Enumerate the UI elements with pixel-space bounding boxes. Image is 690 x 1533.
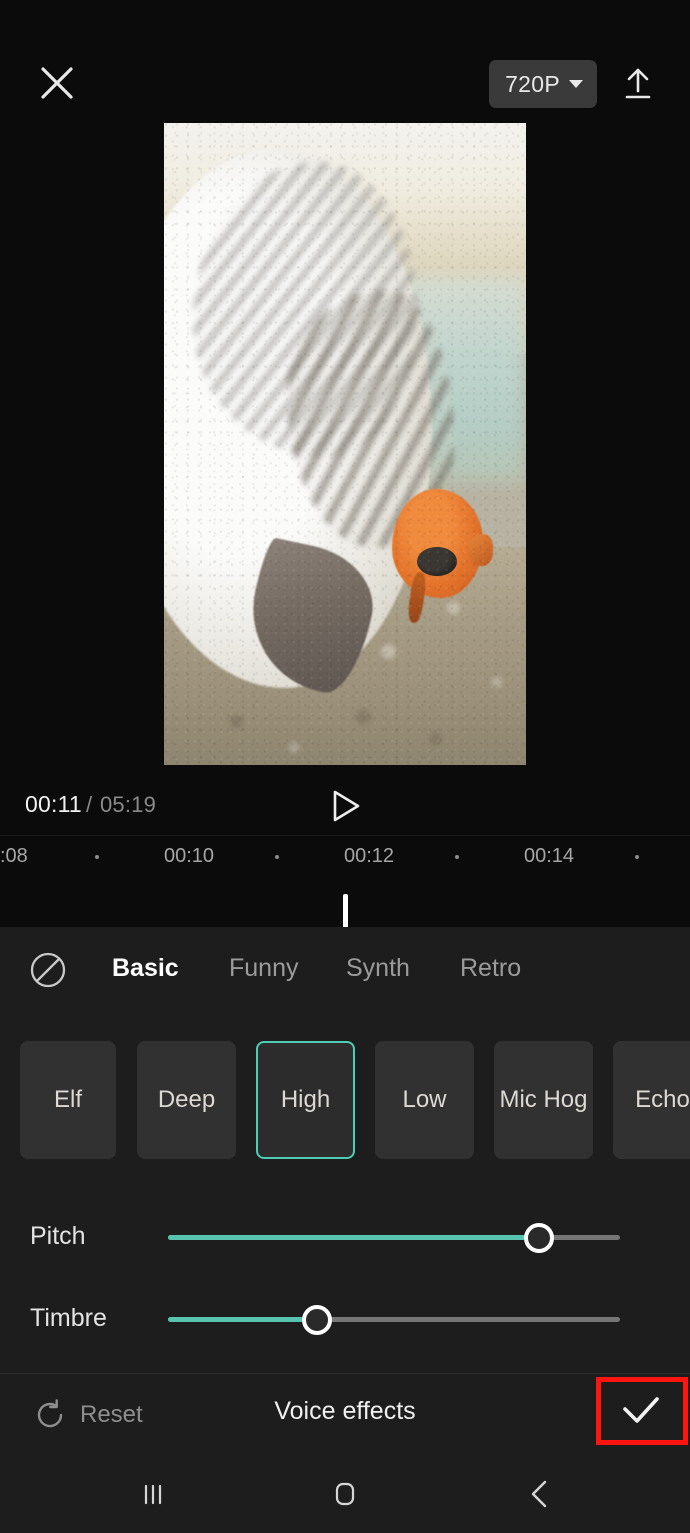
nav-recents-button[interactable] (113, 1467, 193, 1521)
ruler-tick-dot (95, 855, 99, 859)
effect-chip-low[interactable]: Low (375, 1041, 474, 1159)
timbre-slider[interactable] (168, 1304, 620, 1335)
timbre-slider-row: Timbre (0, 1292, 690, 1348)
recents-icon (144, 1484, 162, 1505)
voice-effects-panel: Basic Funny Synth Retro Elf Deep High Lo… (0, 927, 690, 1373)
effect-list[interactable]: Elf Deep High Low Mic Hog Echo (0, 1041, 690, 1159)
pitch-slider[interactable] (168, 1222, 620, 1253)
tab-basic[interactable]: Basic (112, 954, 179, 983)
pitch-slider-row: Pitch (0, 1210, 690, 1266)
pitch-slider-fill (168, 1235, 539, 1240)
effect-chip-elf[interactable]: Elf (20, 1041, 116, 1159)
tab-synth[interactable]: Synth (346, 954, 410, 983)
total-time: 05:19 (100, 792, 157, 817)
timeline-ruler[interactable]: :08 00:10 00:12 00:14 (0, 835, 690, 927)
effect-chip-mic-hog[interactable]: Mic Hog (494, 1041, 593, 1159)
tab-funny[interactable]: Funny (229, 954, 298, 983)
ruler-tick-label: 00:14 (524, 845, 575, 867)
effect-chip-echo[interactable]: Echo (613, 1041, 690, 1159)
video-preview[interactable] (164, 123, 526, 765)
chevron-down-icon (569, 80, 583, 88)
voice-effects-screen: 720P 00:11 / 05:19:08 00:10 00:12 00:14… (0, 0, 690, 1533)
ruler-tick-dot (275, 855, 279, 859)
close-icon (41, 67, 73, 99)
check-icon (623, 1397, 659, 1423)
nav-back-button[interactable] (500, 1467, 580, 1521)
top-bar: 720P (0, 0, 690, 123)
no-effect-icon (30, 952, 66, 988)
pitch-slider-thumb[interactable] (523, 1222, 554, 1253)
back-icon (531, 1480, 547, 1508)
android-nav-bar (0, 1455, 690, 1533)
timeline-playhead[interactable] (343, 894, 348, 927)
action-bar: Reset Voice effects (0, 1373, 690, 1455)
confirm-button[interactable] (604, 1385, 678, 1437)
no-effect-button[interactable] (27, 949, 69, 991)
timbre-slider-thumb[interactable] (302, 1304, 333, 1335)
resolution-label: 720P (505, 70, 560, 97)
playback-row: 00:11 / 05:19 (0, 775, 690, 835)
play-icon (333, 790, 360, 822)
preview-frame-image (164, 123, 526, 765)
tab-retro[interactable]: Retro (460, 954, 521, 983)
export-button[interactable] (614, 58, 662, 108)
timbre-label: Timbre (30, 1304, 107, 1332)
category-tabs: Basic Funny Synth Retro (0, 927, 690, 1013)
ruler-tick-dot (455, 855, 459, 859)
ruler-tick-label: :08 (0, 845, 28, 867)
resolution-selector[interactable]: 720P (489, 60, 597, 108)
timbre-slider-fill (168, 1317, 318, 1322)
upload-icon (625, 68, 651, 99)
ruler-tick-dot (635, 855, 639, 859)
time-separator: / (86, 792, 93, 817)
panel-title: Voice effects (274, 1397, 416, 1425)
ruler-tick-label: 00:12 (344, 845, 395, 867)
effect-chip-deep[interactable]: Deep (137, 1041, 236, 1159)
ruler-tick-label: 00:10 (164, 845, 215, 867)
close-button[interactable] (32, 58, 82, 108)
home-icon (335, 1482, 355, 1506)
play-button[interactable] (320, 783, 372, 829)
effect-chip-high[interactable]: High (256, 1041, 355, 1159)
pitch-label: Pitch (30, 1222, 86, 1250)
nav-home-button[interactable] (305, 1467, 385, 1521)
current-time: 00:11 (25, 791, 82, 817)
